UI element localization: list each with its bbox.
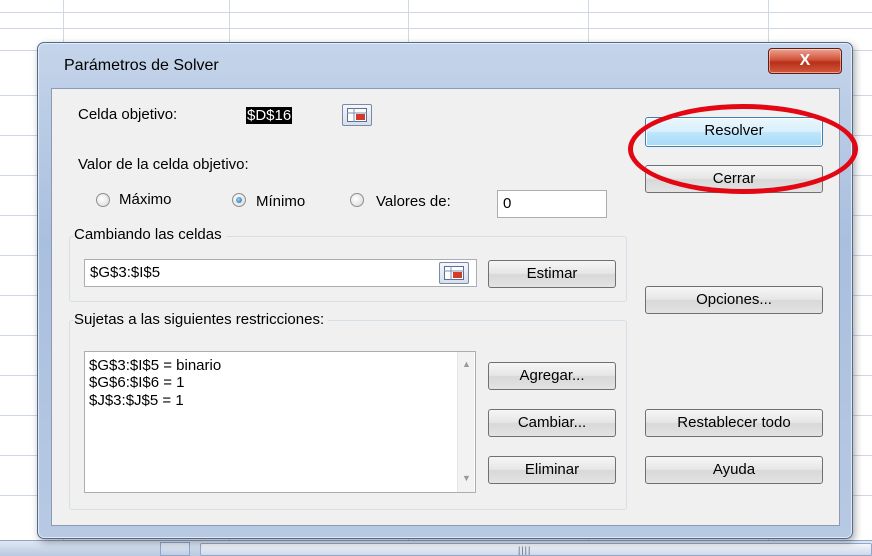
estimate-button[interactable]: Estimar bbox=[488, 260, 616, 288]
change-constraint-button[interactable]: Cambiar... bbox=[488, 409, 616, 437]
value-of-input[interactable]: 0 bbox=[497, 190, 607, 218]
radio-value-of[interactable] bbox=[350, 193, 364, 207]
target-cell-input[interactable]: $D$16 bbox=[243, 103, 336, 131]
dialog-title: Parámetros de Solver bbox=[64, 57, 219, 74]
reset-all-button[interactable]: Restablecer todo bbox=[645, 409, 823, 437]
radio-max[interactable] bbox=[96, 193, 110, 207]
changing-cells-label: Cambiando las celdas bbox=[74, 226, 226, 243]
target-cell-value: $D$16 bbox=[246, 107, 293, 124]
scroll-up-icon[interactable]: ▲ bbox=[458, 356, 475, 373]
radio-min[interactable] bbox=[232, 193, 246, 207]
grid-line bbox=[0, 28, 872, 29]
radio-max-label: Máximo bbox=[119, 191, 172, 208]
sheet-nav-button[interactable] bbox=[160, 542, 190, 556]
scrollbar-grip-icon: |||| bbox=[518, 545, 532, 555]
add-constraint-button[interactable]: Agregar... bbox=[488, 362, 616, 390]
options-button[interactable]: Opciones... bbox=[645, 286, 823, 314]
cell-picker-icon[interactable] bbox=[439, 262, 469, 284]
delete-constraint-button[interactable]: Eliminar bbox=[488, 456, 616, 484]
constraints-list[interactable]: $G$3:$I$5 = binario $G$6:$I$6 = 1 $J$3:$… bbox=[84, 351, 476, 493]
list-scrollbar[interactable]: ▲ ▼ bbox=[457, 352, 474, 492]
changing-cells-input[interactable]: $G$3:$I$5 bbox=[84, 259, 477, 287]
list-item[interactable]: $G$6:$I$6 = 1 bbox=[89, 374, 185, 391]
help-button[interactable]: Ayuda bbox=[645, 456, 823, 484]
close-icon[interactable]: X bbox=[768, 48, 842, 74]
constraints-label: Sujetas a las siguientes restricciones: bbox=[74, 311, 329, 328]
value-of-label: Valor de la celda objetivo: bbox=[78, 156, 249, 173]
target-cell-label: Celda objetivo: bbox=[78, 106, 178, 123]
list-item[interactable]: $J$3:$J$5 = 1 bbox=[89, 392, 184, 409]
highlight-oval bbox=[628, 104, 858, 194]
radio-value-of-label: Valores de: bbox=[376, 193, 451, 210]
scroll-down-icon[interactable]: ▼ bbox=[458, 470, 475, 487]
list-item[interactable]: $G$3:$I$5 = binario bbox=[89, 357, 221, 374]
scrollbar-thumb[interactable] bbox=[200, 543, 872, 556]
grid-line bbox=[0, 12, 872, 13]
radio-min-label: Mínimo bbox=[256, 193, 306, 210]
cell-picker-icon[interactable] bbox=[342, 104, 372, 126]
